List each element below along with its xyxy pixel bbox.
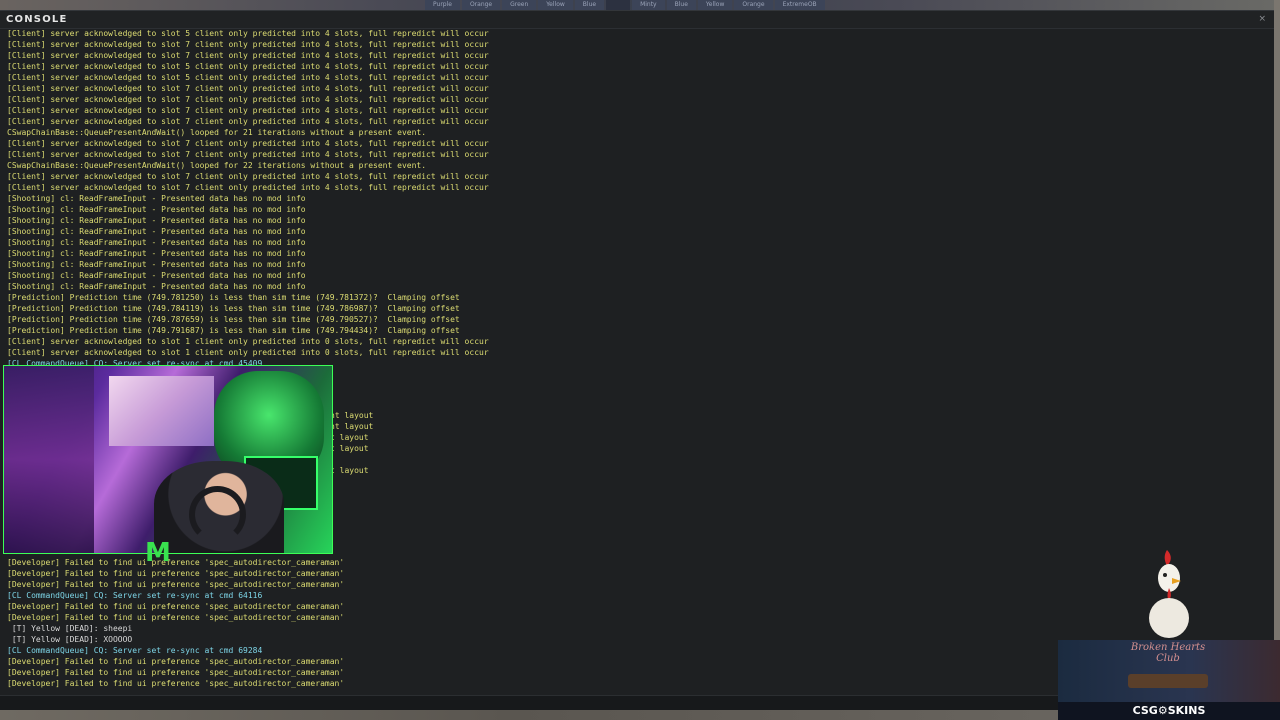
- console-title: CONSOLE: [6, 14, 68, 25]
- console-log-fragments: ht layout ht layout t layout t layout t layo…: [330, 410, 373, 476]
- log-line: [Shooting] cl: ReadFrameInput - Presente…: [7, 260, 306, 269]
- hud-tab: Green: [502, 0, 537, 10]
- console-window: CONSOLE × [Client] server acknowledged t…: [0, 10, 1274, 712]
- chicken-icon: [1149, 550, 1189, 638]
- log-line: [Developer] Failed to find ui preference…: [7, 668, 345, 677]
- log-line: [Client] server acknowledged to slot 7 c…: [7, 183, 489, 192]
- log-line: [Shooting] cl: ReadFrameInput - Presente…: [7, 216, 306, 225]
- log-line: [CL CommandQueue] CQ: Server set re-sync…: [7, 591, 263, 600]
- log-line: [Developer] Failed to find ui preference…: [7, 657, 345, 666]
- hud-tab: ExtremeOB: [774, 0, 825, 10]
- headset-icon: [189, 486, 246, 543]
- log-line: [Client] server acknowledged to slot 7 c…: [7, 117, 489, 126]
- log-line: [Prediction] Prediction time (749.781250…: [7, 293, 460, 302]
- hud-tab: Orange: [461, 0, 501, 10]
- log-line: [Prediction] Prediction time (749.791687…: [7, 326, 460, 335]
- hud-tab: Blue: [666, 0, 696, 10]
- log-line: [Shooting] cl: ReadFrameInput - Presente…: [7, 271, 306, 280]
- log-line: CSwapChainBase::QueuePresentAndWait() lo…: [7, 161, 427, 170]
- log-fragment: [330, 454, 373, 465]
- log-line: [Prediction] Prediction time (749.787659…: [7, 315, 460, 324]
- log-line: [Shooting] cl: ReadFrameInput - Presente…: [7, 238, 306, 247]
- hud-tab: Yellow: [697, 0, 733, 10]
- log-fragment: t layout: [330, 466, 369, 475]
- webcam-shelf: [4, 366, 94, 553]
- sponsor-brand: CSG⚙SKINS: [1058, 702, 1280, 720]
- log-line: [Developer] Failed to find ui preference…: [7, 580, 345, 589]
- webcam-poster: [109, 376, 214, 446]
- game-hud-strip: Purple Orange Green Yellow Blue Minty Blue Yell…: [0, 0, 1280, 10]
- log-line: [Client] server acknowledged to slot 7 c…: [7, 84, 489, 93]
- log-line: [Developer] Failed to find ui preference…: [7, 679, 345, 688]
- log-line: [Developer] Failed to find ui preference…: [7, 602, 345, 611]
- console-title-bar: CONSOLE ×: [0, 11, 1274, 29]
- log-line: [Client] server acknowledged to slot 1 c…: [7, 348, 489, 357]
- log-line: [Shooting] cl: ReadFrameInput - Presente…: [7, 249, 306, 258]
- log-line: [Client] server acknowledged to slot 7 c…: [7, 40, 489, 49]
- hud-tab: Blue: [574, 0, 605, 10]
- console-log: [Client] server acknowledged to slot 5 c…: [7, 28, 1257, 369]
- hud-tab: Purple: [425, 0, 460, 10]
- log-line: [Shooting] cl: ReadFrameInput - Presente…: [7, 205, 306, 214]
- sponsor-bar-scene: [1128, 674, 1208, 688]
- close-icon[interactable]: ×: [1258, 14, 1266, 24]
- team-tabs: Purple Orange Green Yellow Blue Minty Blue Yell…: [425, 0, 825, 10]
- hud-tab: Yellow: [538, 0, 573, 10]
- log-line: [Client] server acknowledged to slot 7 c…: [7, 106, 489, 115]
- log-line: [CL CommandQueue] CQ: Server set re-sync…: [7, 646, 263, 655]
- log-fragment: ht layout: [330, 422, 374, 431]
- log-line: [T] Yellow [DEAD]: XOOOOO: [7, 635, 133, 644]
- log-line: [Client] server acknowledged to slot 5 c…: [7, 29, 489, 38]
- console-log-lower: [Developer] Failed to find ui preference…: [7, 557, 344, 689]
- log-line: [Client] server acknowledged to slot 7 c…: [7, 150, 489, 159]
- webcam-logo: M: [145, 538, 171, 568]
- log-line: [Shooting] cl: ReadFrameInput - Presente…: [7, 227, 306, 236]
- log-line: [Client] server acknowledged to slot 5 c…: [7, 62, 489, 71]
- log-fragment: t layout: [330, 433, 369, 442]
- sponsor-overlay: Broken Hearts Club CSG⚙SKINS: [1058, 640, 1280, 720]
- hud-tab: Minty: [632, 0, 665, 10]
- log-line: [Developer] Failed to find ui preference…: [7, 569, 345, 578]
- club-title: Broken Hearts Club: [1130, 642, 1206, 664]
- log-line: [Client] server acknowledged to slot 7 c…: [7, 172, 489, 181]
- log-line: [Client] server acknowledged to slot 1 c…: [7, 337, 489, 346]
- log-fragment: t layout: [330, 444, 369, 453]
- screen-edge: [1274, 0, 1280, 720]
- log-line: [Developer] Failed to find ui preference…: [7, 558, 345, 567]
- log-line: [Client] server acknowledged to slot 7 c…: [7, 139, 489, 148]
- log-line: [Developer] Failed to find ui preference…: [7, 613, 345, 622]
- log-line: [Client] server acknowledged to slot 7 c…: [7, 51, 489, 60]
- log-line: [Shooting] cl: ReadFrameInput - Presente…: [7, 194, 306, 203]
- log-line: CSwapChainBase::QueuePresentAndWait() lo…: [7, 128, 427, 137]
- log-line: [Shooting] cl: ReadFrameInput - Presente…: [7, 282, 306, 291]
- hud-tab: [606, 0, 631, 10]
- log-line: [T] Yellow [DEAD]: sheepi: [7, 624, 133, 633]
- log-line: [Prediction] Prediction time (749.784119…: [7, 304, 460, 313]
- log-fragment: ht layout: [330, 411, 374, 420]
- hud-tab: Orange: [734, 0, 773, 10]
- log-line: [Client] server acknowledged to slot 7 c…: [7, 95, 489, 104]
- streamer-webcam: [3, 365, 333, 554]
- log-line: [Client] server acknowledged to slot 5 c…: [7, 73, 489, 82]
